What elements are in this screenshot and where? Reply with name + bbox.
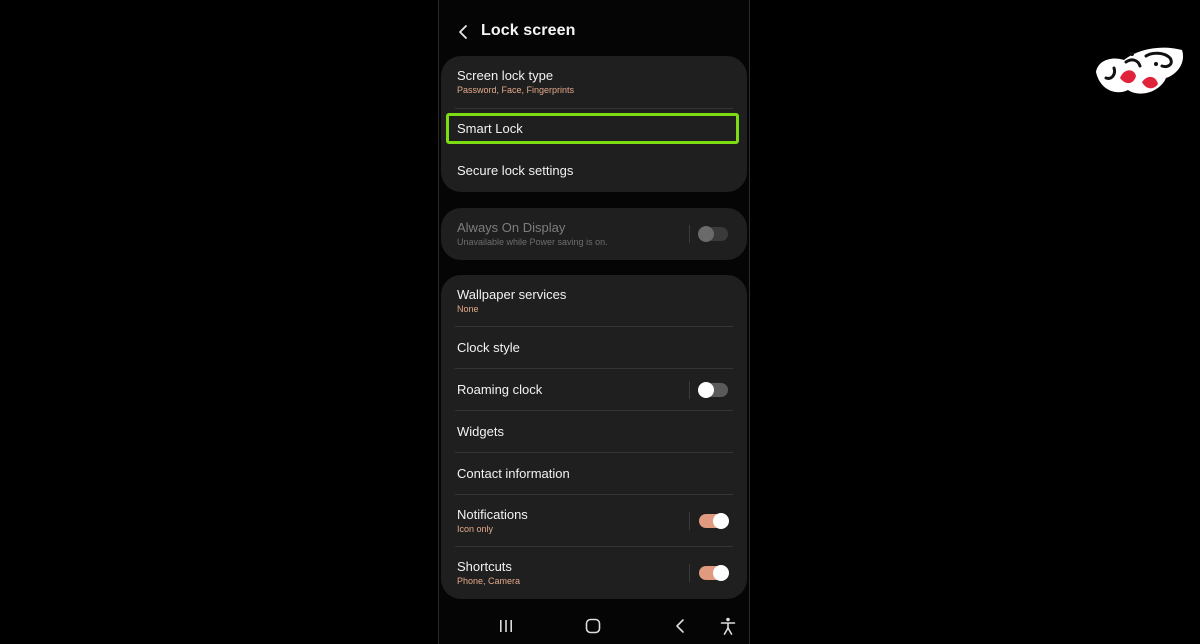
clock-style-item[interactable]: Clock style — [441, 327, 747, 369]
notifications-toggle[interactable] — [699, 513, 729, 529]
wallpaper-services-label: Wallpaper services — [457, 287, 567, 302]
screen-lock-type-value: Password, Face, Fingerprints — [457, 85, 575, 95]
roaming-clock-label: Roaming clock — [457, 382, 543, 397]
accessibility-icon — [720, 617, 736, 635]
widgets-item[interactable]: Widgets — [441, 411, 747, 453]
switch-separator — [689, 512, 690, 530]
lock-screen-options-card: Wallpaper services None Clock style Roam… — [441, 275, 747, 599]
notifications-item[interactable]: Notifications Icon only — [441, 495, 747, 547]
notifications-label: Notifications — [457, 507, 528, 522]
always-on-display-status: Unavailable while Power saving is on. — [457, 237, 608, 247]
widgets-label: Widgets — [457, 424, 504, 439]
home-icon — [585, 618, 601, 634]
toggle-knob — [698, 226, 714, 242]
contact-information-item[interactable]: Contact information — [441, 453, 747, 495]
secure-lock-settings-item[interactable]: Secure lock settings — [441, 150, 747, 192]
chevron-left-icon — [459, 25, 467, 39]
back-icon — [676, 619, 684, 633]
switch-separator — [689, 225, 690, 243]
switch-separator — [689, 564, 690, 582]
smart-lock-item[interactable]: Smart Lock — [441, 108, 747, 150]
toggle-knob — [698, 382, 714, 398]
toggle-knob — [713, 565, 729, 581]
always-on-display-label: Always On Display — [457, 220, 566, 235]
roaming-clock-item[interactable]: Roaming clock — [441, 369, 747, 411]
home-button[interactable] — [581, 614, 605, 638]
always-on-display-toggle[interactable] — [698, 226, 728, 242]
clock-style-label: Clock style — [457, 340, 520, 355]
wallpaper-services-item[interactable]: Wallpaper services None — [441, 275, 747, 327]
smart-lock-label: Smart Lock — [457, 121, 523, 136]
page-title: Lock screen — [481, 22, 576, 39]
navigation-bar — [439, 608, 749, 644]
secure-lock-settings-label: Secure lock settings — [457, 163, 574, 178]
security-settings-card: Screen lock type Password, Face, Fingerp… — [441, 56, 747, 192]
recent-apps-icon — [500, 620, 512, 632]
notifications-value: Icon only — [457, 524, 494, 534]
wallpaper-services-value: None — [457, 304, 479, 314]
roaming-clock-toggle[interactable] — [698, 382, 728, 398]
brand-logo — [1096, 47, 1184, 94]
always-on-display-item[interactable]: Always On Display Unavailable while Powe… — [441, 208, 747, 260]
always-on-display-card: Always On Display Unavailable while Powe… — [441, 208, 747, 260]
phone-screen: Lock screen Screen lock type Password, F… — [438, 0, 750, 644]
recent-apps-button[interactable] — [494, 614, 518, 638]
toggle-knob — [713, 513, 729, 529]
nav-back-button[interactable] — [668, 614, 692, 638]
back-button[interactable] — [451, 20, 475, 44]
screen-lock-type-label: Screen lock type — [457, 68, 554, 83]
screen-lock-type-item[interactable]: Screen lock type Password, Face, Fingerp… — [441, 56, 747, 108]
switch-separator — [689, 381, 690, 399]
shortcuts-label: Shortcuts — [457, 559, 512, 574]
shortcuts-value: Phone, Camera — [457, 576, 521, 586]
accessibility-button[interactable] — [716, 614, 740, 638]
shortcuts-item[interactable]: Shortcuts Phone, Camera — [441, 547, 747, 599]
app-bar: Lock screen — [439, 14, 749, 50]
shortcuts-toggle[interactable] — [699, 565, 729, 581]
contact-information-label: Contact information — [457, 466, 570, 481]
